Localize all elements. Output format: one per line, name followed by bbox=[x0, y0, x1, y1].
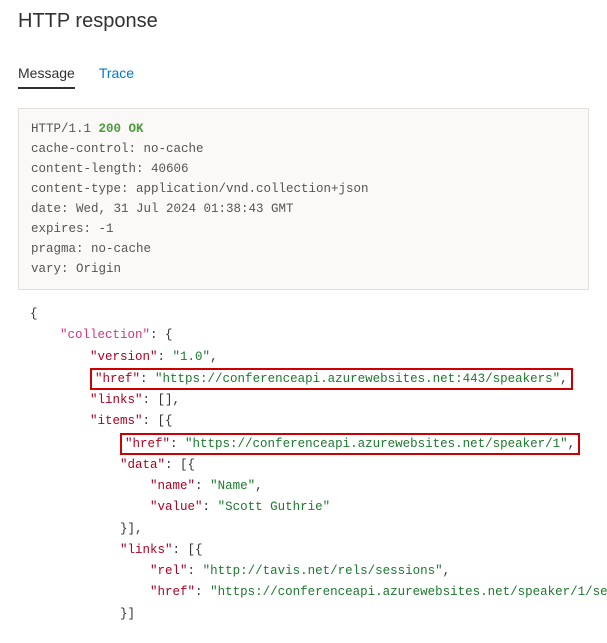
json-key-name: "name" bbox=[150, 479, 195, 493]
json-val-name: "Name" bbox=[210, 479, 255, 493]
json-key-version: "version" bbox=[90, 350, 158, 364]
header-date: date: Wed, 31 Jul 2024 01:38:43 GMT bbox=[31, 202, 294, 216]
response-headers-box: HTTP/1.1 200 OK cache-control: no-cache … bbox=[18, 108, 589, 290]
json-key-href: "href" bbox=[150, 585, 195, 599]
tabs-bar: Message Trace bbox=[18, 61, 589, 90]
tab-message[interactable]: Message bbox=[18, 61, 75, 89]
response-body-json: { "collection": { "version": "1.0", "hre… bbox=[18, 290, 589, 633]
header-vary: vary: Origin bbox=[31, 262, 121, 276]
highlight-href-speakers: "href": "https://conferenceapi.azurewebs… bbox=[90, 368, 573, 390]
page-title: HTTP response bbox=[18, 10, 589, 33]
json-key-links: "links" bbox=[120, 543, 173, 557]
json-key-collection: "collection" bbox=[60, 328, 150, 342]
json-val-value: "Scott Guthrie" bbox=[218, 500, 331, 514]
json-val-href1: "https://conferenceapi.azurewebsites.net… bbox=[155, 372, 560, 386]
json-val-rel: "http://tavis.net/rels/sessions" bbox=[203, 564, 443, 578]
http-status-proto: HTTP/1.1 bbox=[31, 122, 91, 136]
tab-trace[interactable]: Trace bbox=[99, 61, 134, 89]
json-key-links: "links" bbox=[90, 393, 143, 407]
header-content-length: content-length: 40606 bbox=[31, 162, 189, 176]
http-status-code: 200 OK bbox=[99, 122, 144, 136]
json-key-value: "value" bbox=[150, 500, 203, 514]
header-content-type: content-type: application/vnd.collection… bbox=[31, 182, 369, 196]
json-key-rel: "rel" bbox=[150, 564, 188, 578]
header-cache-control: cache-control: no-cache bbox=[31, 142, 204, 156]
header-expires: expires: -1 bbox=[31, 222, 114, 236]
json-key-items: "items" bbox=[90, 414, 143, 428]
json-key-href: "href" bbox=[95, 372, 140, 386]
json-key-data: "data" bbox=[120, 458, 165, 472]
json-val-href3: "https://conferenceapi.azurewebsites.net… bbox=[210, 585, 607, 599]
json-val-version: "1.0" bbox=[173, 350, 211, 364]
header-pragma: pragma: no-cache bbox=[31, 242, 151, 256]
json-key-href: "href" bbox=[125, 437, 170, 451]
json-val-href2: "https://conferenceapi.azurewebsites.net… bbox=[185, 437, 568, 451]
highlight-href-speaker1: "href": "https://conferenceapi.azurewebs… bbox=[120, 433, 580, 455]
